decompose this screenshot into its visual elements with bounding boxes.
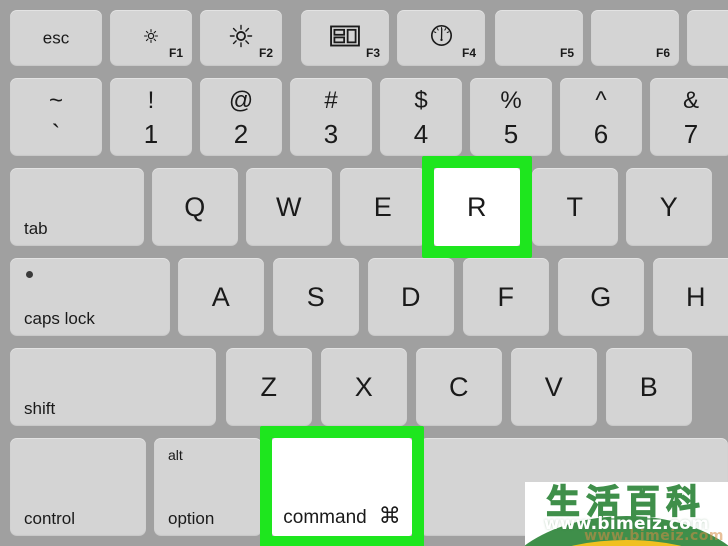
key-d[interactable]: D	[368, 258, 454, 336]
key-shift-legend-two: @	[228, 87, 254, 114]
key-b[interactable]: B	[606, 348, 692, 426]
key-shift-legend-three: #	[324, 87, 338, 114]
key-capslock[interactable]: caps lock	[10, 258, 170, 336]
key-label-one: 1	[143, 119, 159, 149]
key-label-six: 6	[593, 119, 609, 149]
key-label-w: W	[276, 191, 302, 222]
key-label-command: command	[283, 507, 367, 528]
watermark-ghost-url: www.bimeiz.com	[584, 528, 724, 544]
key-label-e: E	[373, 191, 393, 222]
key-shift-legend-six: ^	[595, 87, 607, 114]
key-t[interactable]: T	[532, 168, 618, 246]
key-g[interactable]: G	[558, 258, 644, 336]
key-c[interactable]: C	[416, 348, 502, 426]
key-q[interactable]: Q	[152, 168, 238, 246]
key-esc[interactable]: esc	[10, 10, 102, 66]
key-v[interactable]: V	[511, 348, 597, 426]
key-label-f2: F2	[258, 46, 273, 60]
command-key-legend: command ⌘	[272, 503, 412, 528]
key-control[interactable]: control	[10, 438, 146, 536]
key-f[interactable]: F	[463, 258, 549, 336]
key-label-d: D	[401, 281, 421, 312]
key-label-f3: F3	[365, 46, 380, 60]
key-label-x: X	[354, 371, 374, 402]
key-label-tab: tab	[24, 219, 48, 238]
key-f6[interactable]: F6	[591, 10, 679, 66]
key-label-shift: shift	[24, 399, 56, 418]
key-label-esc: esc	[42, 28, 70, 48]
key-label-g: G	[590, 281, 612, 312]
key-shift-legend-seven: &	[682, 87, 699, 114]
key-x[interactable]: X	[321, 348, 407, 426]
mac-keyboard-illustration: esc F1 F2 F3 F4 F5 F6 ~ `! 1 @2 #3 $4% 5 ^ 6 & 7 tab Q W E R T Y…	[0, 0, 728, 546]
key-f1[interactable]: F1	[110, 10, 192, 66]
key-label-v: V	[544, 371, 564, 402]
key-label-f6: F6	[655, 46, 670, 60]
key-label-f4: F4	[461, 46, 476, 60]
key-y[interactable]: Y	[626, 168, 712, 246]
key-label-y: Y	[659, 191, 679, 222]
key-label-f: F	[497, 281, 515, 312]
key-label-capslock: caps lock	[24, 309, 95, 328]
key-alt-legend-option: alt	[168, 447, 183, 463]
key-label-f1: F1	[168, 46, 183, 60]
key-command[interactable]: command ⌘	[272, 438, 412, 536]
brightness-down-icon	[136, 21, 166, 51]
key-label-q: Q	[184, 191, 206, 222]
mission-control-icon	[330, 21, 360, 51]
key-label-three: 3	[323, 119, 339, 149]
key-h[interactable]: H	[653, 258, 728, 336]
key-shift-legend-four: $	[414, 87, 428, 114]
key-tab[interactable]: tab	[10, 168, 144, 246]
key-r[interactable]: R	[434, 168, 520, 246]
key-w[interactable]: W	[246, 168, 332, 246]
key-f7[interactable]	[687, 10, 728, 66]
key-label-s: S	[306, 281, 326, 312]
command-glyph-icon: ⌘	[378, 503, 401, 528]
key-label-control: control	[24, 509, 76, 528]
key-label-option: option	[168, 509, 215, 528]
key-three[interactable]: #3	[290, 78, 372, 156]
key-label-two: 2	[233, 119, 249, 149]
key-f4[interactable]: F4	[397, 10, 485, 66]
key-option[interactable]: alt option	[154, 438, 262, 536]
key-label-t: T	[566, 191, 584, 222]
key-one[interactable]: ! 1	[110, 78, 192, 156]
key-two[interactable]: @2	[200, 78, 282, 156]
key-label-five: 5	[503, 119, 519, 149]
key-shift[interactable]: shift	[10, 348, 216, 426]
key-shift-legend-five: %	[500, 87, 522, 114]
key-shift-legend-one: !	[147, 87, 155, 114]
key-label-f5: F5	[559, 46, 574, 60]
site-watermark: 生活百科 www.bimeiz.com www.bimeiz.com	[525, 482, 728, 546]
key-label-z: Z	[260, 371, 278, 402]
key-label-tilde: `	[51, 119, 61, 149]
key-label-b: B	[639, 371, 659, 402]
key-seven[interactable]: & 7	[650, 78, 728, 156]
key-shift-legend-tilde: ~	[48, 87, 63, 114]
key-label-h: H	[686, 281, 706, 312]
dashboard-gauge-icon	[426, 21, 456, 51]
key-f2[interactable]: F2	[200, 10, 282, 66]
key-a[interactable]: A	[178, 258, 264, 336]
key-f5[interactable]: F5	[495, 10, 583, 66]
key-five[interactable]: % 5	[470, 78, 552, 156]
key-e[interactable]: E	[340, 168, 426, 246]
key-z[interactable]: Z	[226, 348, 312, 426]
key-label-a: A	[211, 281, 231, 312]
key-f3[interactable]: F3	[301, 10, 389, 66]
key-four[interactable]: $4	[380, 78, 462, 156]
key-s[interactable]: S	[273, 258, 359, 336]
key-six[interactable]: ^ 6	[560, 78, 642, 156]
key-tilde[interactable]: ~ `	[10, 78, 102, 156]
key-label-c: C	[449, 371, 469, 402]
brightness-up-icon	[226, 21, 256, 51]
key-label-four: 4	[413, 119, 429, 149]
key-label-seven: 7	[683, 119, 699, 149]
key-label-r: R	[467, 191, 487, 222]
caps-lock-indicator-icon	[26, 271, 33, 278]
